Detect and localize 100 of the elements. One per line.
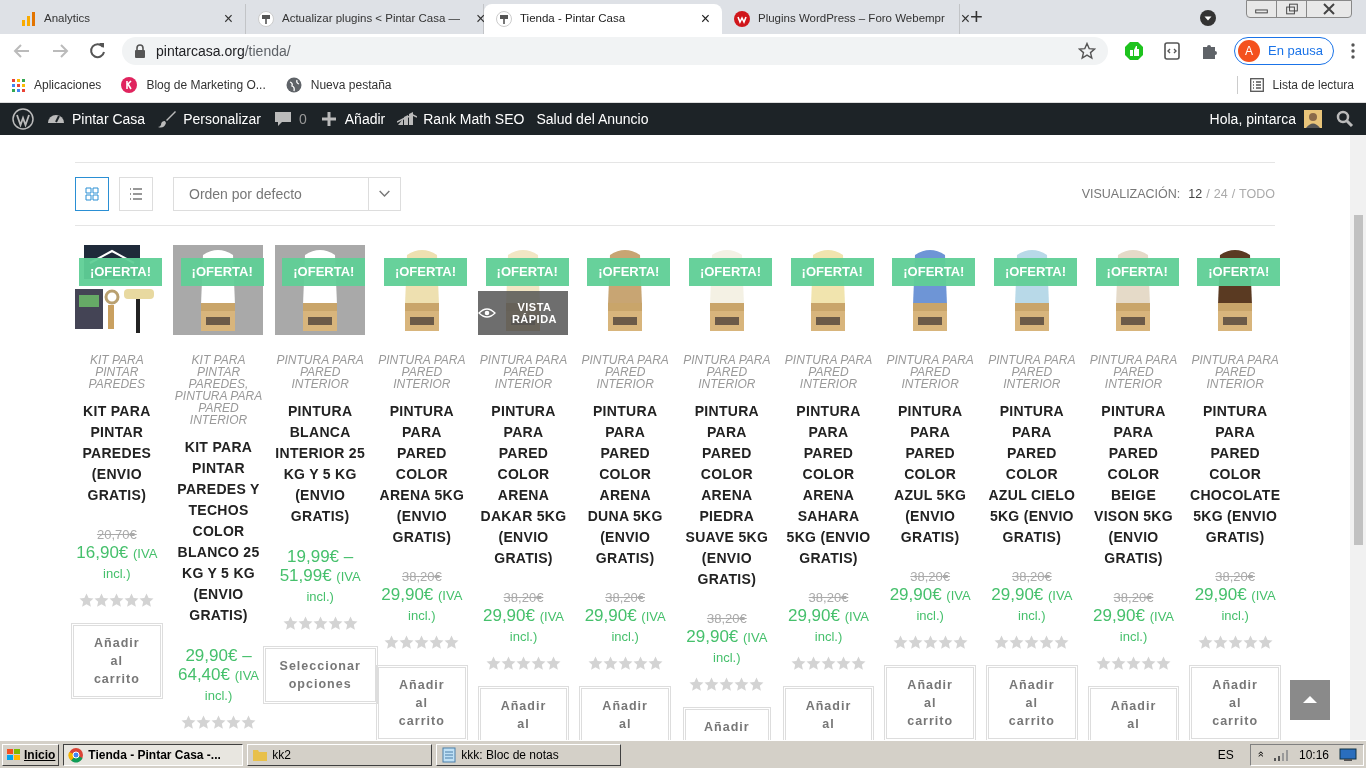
product-title[interactable]: PINTURA PARA PARED COLOR ARENA 5KG (ENVIO GRATIS) [375, 401, 468, 548]
star-icon [821, 656, 836, 671]
avatar-initial: A [1238, 40, 1261, 62]
star-icon [241, 715, 256, 730]
monitor-icon[interactable] [1339, 747, 1357, 762]
language-indicator[interactable]: ES [1217, 745, 1234, 764]
old-price: 38,20€ [706, 610, 747, 627]
star-icon [602, 656, 618, 671]
k-logo-icon [121, 77, 138, 93]
product-title[interactable]: PINTURA PARA PARED COLOR AZUL 5KG (ENVIO GRATIS) [884, 401, 977, 548]
product-title[interactable]: PINTURA PARA PARED COLOR BEIGE VISON 5KG (ENVIO GRATIS) [1087, 401, 1180, 569]
wordpress-logo-icon[interactable] [12, 108, 34, 130]
old-price: 38,20€ [401, 568, 442, 585]
add-to-cart-button[interactable]: Seleccionar opciones [262, 646, 378, 704]
star-icon [922, 635, 938, 650]
taskbar-button[interactable]: kkk: Bloc de notas [436, 743, 622, 766]
close-icon[interactable]: × [223, 11, 233, 27]
windows-logo-icon [6, 747, 22, 762]
view-toggle[interactable] [75, 177, 109, 211]
product-title[interactable]: PINTURA PARA PARED COLOR ARENA DAKAR 5KG (ENVIO GRATIS) [477, 401, 570, 569]
browser-tab[interactable]: Tienda - Pintar Casa × [484, 4, 722, 34]
greeting[interactable]: Hola, pintarca [1209, 108, 1296, 130]
taskbar-button[interactable]: kk2 [247, 743, 433, 766]
star-icon [1156, 656, 1171, 671]
star-icon[interactable] [1078, 42, 1097, 60]
separator-text: / [1231, 185, 1236, 203]
grid-view-icon [83, 185, 101, 203]
product-title[interactable]: PINTURA PARA PARED COLOR ARENA DUNA 5KG (ENVIO GRATIS) [579, 401, 672, 569]
tray-expand-button[interactable]: » [1251, 751, 1269, 758]
speech-bubble-icon[interactable] [273, 109, 293, 129]
chrome-icon [68, 746, 85, 763]
close-icon[interactable]: × [960, 11, 971, 27]
separator-text: / [1206, 185, 1210, 203]
star-icon [516, 656, 531, 671]
sale-badge: ¡OFERTA! [180, 258, 264, 286]
list-icon[interactable] [1249, 78, 1264, 92]
admin-menu-item[interactable]: 0 [299, 108, 307, 130]
product-title[interactable]: KIT PARA PINTAR PAREDES Y TECHOS COLOR BLANCO 25 KG Y 5 KG (ENVIO GRATIS) [172, 437, 265, 626]
sale-badge: ¡OFERTA! [1095, 258, 1179, 286]
admin-menu-item[interactable]: Rank Math SEO [423, 108, 525, 130]
search-icon[interactable] [1336, 110, 1354, 128]
star-icon [486, 656, 501, 671]
globe-icon [285, 77, 302, 93]
old-price: 38,20€ [503, 589, 544, 606]
signal-icon[interactable] [1272, 748, 1289, 761]
taskbar-button[interactable]: Tienda - Pintar Casa -... [63, 743, 244, 766]
admin-menu-item[interactable]: Añadir [344, 108, 386, 130]
product-title[interactable]: PINTURA PARA PARED COLOR AZUL CIELO 5KG (ENVIO GRATIS) [985, 401, 1078, 548]
star-icon [1141, 656, 1156, 671]
star-icon [1111, 656, 1126, 671]
sort-dropdown[interactable]: Orden por defecto [173, 177, 401, 211]
per-page-link[interactable]: 12 [1188, 184, 1203, 204]
address-bar[interactable]: pintarcasa.org/tienda/ [122, 37, 1109, 65]
sale-badge: ¡OFERTA! [485, 258, 569, 286]
bookmark-label[interactable]: Aplicaciones [34, 76, 102, 94]
start-button[interactable]: Inicio [2, 743, 60, 766]
clock-time[interactable]: 10:16 [1298, 745, 1329, 764]
price-text: 29,90€ – 64,40€ (IVA incl.) [176, 646, 261, 705]
reading-list-label[interactable]: Lista de lectura [1272, 76, 1354, 94]
star-icon [719, 677, 735, 692]
quick-view-button[interactable]: VISTA RÁPIDA [478, 291, 569, 335]
price-text: 29,90€ (IVA incl.) [1193, 585, 1277, 625]
avatar-icon[interactable] [1304, 110, 1322, 128]
admin-menu-item[interactable]: Salud del Anuncio [536, 108, 649, 130]
close-icon[interactable]: × [700, 11, 710, 27]
more-icon[interactable] [1350, 42, 1356, 60]
bookmark-label[interactable]: Blog de Marketing O... [146, 76, 266, 94]
star-icon [399, 635, 415, 650]
paintbrush-icon[interactable] [157, 109, 178, 129]
forum-logo-icon [734, 11, 750, 27]
star-icon [1009, 635, 1025, 650]
close-icon[interactable]: × [476, 11, 486, 27]
price-text: 29,90€ (IVA incl.) [1091, 606, 1176, 646]
product-title[interactable]: PINTURA BLANCA INTERIOR 25 KG Y 5 KG (ENVIO GRATIS) [274, 401, 367, 527]
admin-menu-item[interactable]: Personalizar [183, 108, 261, 130]
product-title[interactable]: PINTURA PARA PARED COLOR ARENA SAHARA 5KG (ENVIO GRATIS) [782, 401, 875, 569]
product-title[interactable]: KIT PARA PINTAR PAREDES (ENVIO GRATIS) [70, 401, 163, 506]
star-icon [546, 656, 561, 671]
new-tab-button[interactable]: + [970, 6, 983, 28]
old-price: 38,20€ [1011, 568, 1052, 585]
thumbs-up-icon[interactable] [1124, 41, 1145, 61]
product-title[interactable]: PINTURA PARA PARED COLOR ARENA PIEDRA SUAVE 5KG (ENVIO GRATIS) [680, 401, 773, 590]
dropdown-icon[interactable] [1200, 10, 1216, 26]
product-title[interactable]: PINTURA PARA PARED COLOR CHOCOLATE 5KG (ENVIO GRATIS) [1189, 401, 1282, 548]
admin-menu-item[interactable]: Pintar Casa [72, 108, 146, 130]
star-icon [94, 593, 110, 608]
sale-badge: ¡OFERTA! [282, 258, 366, 286]
code-scroll-icon[interactable] [1162, 41, 1183, 61]
tab-title: Plugins WordPress – Foro Webempr [758, 11, 945, 27]
star-icon [181, 715, 196, 730]
star-icon [384, 635, 400, 650]
price-text: 29,90€ (IVA incl.) [888, 585, 972, 625]
star-icon [647, 656, 663, 671]
sale-badge: ¡OFERTA! [790, 258, 874, 286]
star-icon [587, 656, 603, 671]
tab-title: Actualizar plugins < Pintar Casa — [282, 11, 460, 27]
bookmark-label[interactable]: Nueva pestaña [310, 76, 392, 94]
add-to-cart-button[interactable]: Añadir al carrito [71, 623, 163, 699]
scroll-to-top-button[interactable] [1290, 680, 1330, 720]
scrollbar[interactable] [1350, 135, 1366, 740]
